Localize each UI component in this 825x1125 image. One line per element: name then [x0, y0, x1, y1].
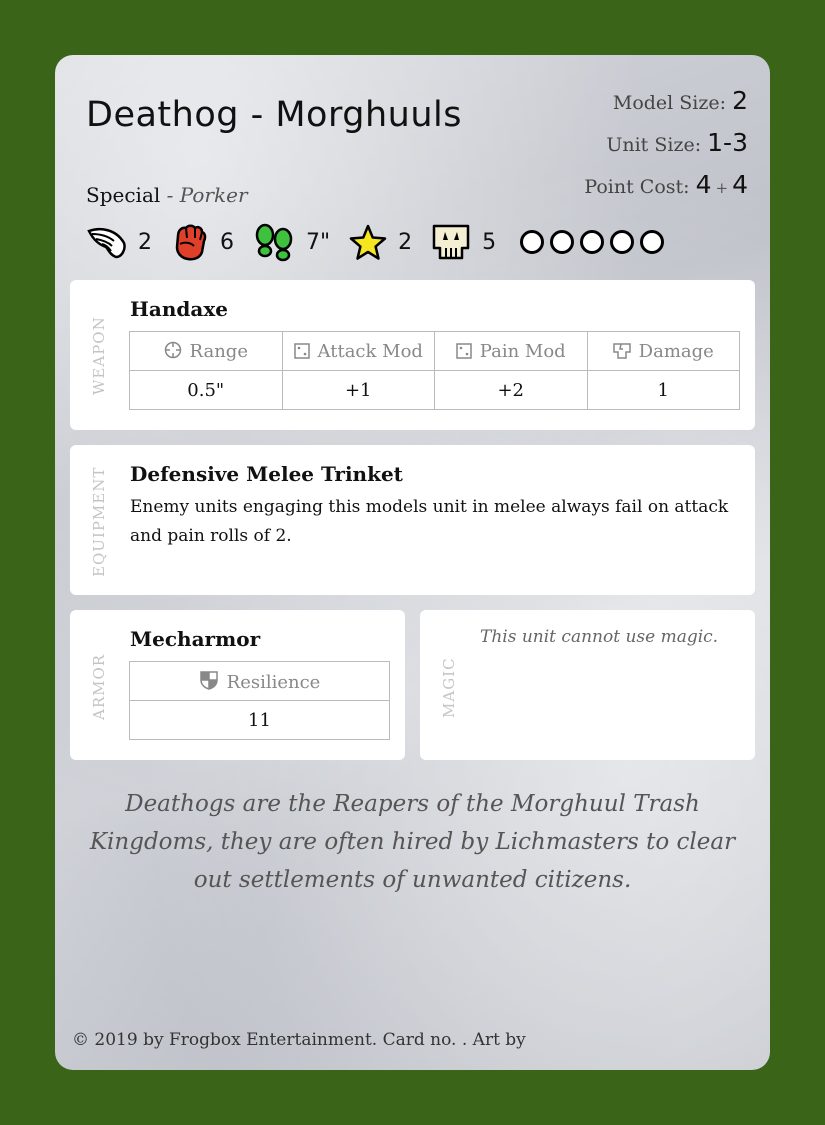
weapon-stats-values: 0.5" +1 +2 1 [129, 370, 740, 410]
magic-note: This unit cannot use magic. [480, 627, 719, 647]
point-cost-base: 4 [695, 170, 712, 199]
equipment-name: Defensive Melee Trinket [130, 462, 403, 486]
model-size-value: 2 [732, 86, 748, 115]
skull-value: 5 [482, 229, 497, 255]
damage-value: 1 [586, 370, 740, 410]
broken-shield-icon [612, 342, 631, 359]
skull-stat: 5 [430, 222, 496, 262]
melee-value: 6 [220, 229, 234, 255]
special-line: Special - Porker [86, 183, 248, 207]
equipment-section-label: EQUIPMENT [90, 466, 108, 577]
equipment-description: Enemy units engaging this models unit in… [130, 497, 729, 546]
attack-mod-header: Attack Mod [281, 331, 435, 371]
weapon-stats-table: Range Attack Mod Pain Mod Damage 0.5" +1… [129, 331, 740, 410]
move-value: 7" [306, 229, 331, 255]
damage-header-label: Damage [638, 340, 714, 362]
pain-mod-header: Pain Mod [434, 331, 588, 371]
wound-circle[interactable] [580, 230, 605, 254]
resilience-header: Resilience [129, 661, 390, 701]
wound-tracker [520, 230, 670, 254]
move-stat: 7" [252, 222, 330, 262]
armor-panel: ARMOR Mecharmor Resilience 11 [70, 610, 405, 760]
star-value: 2 [398, 229, 413, 255]
armor-section-label: ARMOR [90, 653, 108, 720]
star-stat: 2 [348, 223, 412, 261]
size-cost-block: Model Size: 2 Unit Size: 1-3 Point Cost:… [584, 85, 748, 211]
speed-value: 2 [138, 229, 152, 255]
crosshair-icon [164, 341, 181, 358]
copyright-footer: © 2019 by Frogbox Entertainment. Card no… [72, 1030, 526, 1050]
skull-icon [432, 224, 470, 260]
attack-mod-value: +1 [281, 370, 435, 410]
point-cost-plus: + [715, 179, 729, 197]
damage-header: Damage [586, 331, 740, 371]
equipment-panel: EQUIPMENT Defensive Melee Trinket Enemy … [70, 445, 755, 595]
point-cost-label: Point Cost: [584, 176, 690, 198]
range-header: Range [129, 331, 283, 371]
fist-icon [175, 224, 207, 261]
armor-stats-values: 11 [129, 700, 390, 740]
unit-size-value: 1-3 [707, 128, 748, 157]
armor-stats-table: Resilience 11 [129, 661, 390, 740]
wound-circle[interactable] [640, 230, 665, 254]
model-size-label: Model Size: [612, 92, 727, 114]
point-cost: Point Cost: 4 +4 [584, 169, 748, 211]
special-subtype: - Porker [166, 183, 248, 207]
model-size: Model Size: 2 [584, 85, 748, 127]
pain-mod-value: +2 [434, 370, 588, 410]
wound-circle[interactable] [520, 230, 545, 254]
weapon-name: Handaxe [130, 297, 228, 321]
wing-icon [87, 227, 126, 259]
flavor-text: Deathogs are the Reapers of the Morghuul… [89, 791, 736, 893]
wound-circle[interactable] [610, 230, 635, 254]
card-title: Deathog - Morghuuls [86, 95, 462, 135]
stat-icon-row: 2 6 7" 2 5 [86, 221, 670, 263]
weapon-stats-header: Range Attack Mod Pain Mod Damage [129, 331, 740, 371]
wound-circle[interactable] [550, 230, 575, 254]
pain-mod-header-label: Pain Mod [479, 340, 566, 362]
range-header-label: Range [189, 340, 248, 362]
footprints-icon [255, 223, 293, 262]
magic-section-label: MAGIC [440, 657, 458, 718]
melee-stat: 6 [170, 222, 234, 262]
weapon-section-label: WEAPON [90, 316, 108, 395]
range-value: 0.5" [129, 370, 283, 410]
armor-stats-header: Resilience [129, 661, 390, 701]
special-label: Special [86, 183, 161, 207]
attack-mod-header-label: Attack Mod [317, 340, 423, 362]
shield-icon [199, 670, 218, 690]
star-icon [349, 224, 387, 260]
magic-panel: MAGIC This unit cannot use magic. [420, 610, 755, 760]
die-icon [456, 342, 472, 359]
speed-stat: 2 [86, 223, 152, 261]
die-icon [293, 342, 310, 359]
point-cost-extra: 4 [732, 170, 748, 199]
resilience-header-label: Resilience [226, 671, 321, 693]
unit-card: Deathog - Morghuuls Model Size: 2 Unit S… [55, 55, 770, 1070]
weapon-panel: WEAPON Handaxe Range Attack Mod Pain Mod… [70, 280, 755, 430]
resilience-value: 11 [129, 700, 390, 740]
unit-size: Unit Size: 1-3 [584, 127, 748, 169]
armor-name: Mecharmor [130, 627, 261, 651]
unit-size-label: Unit Size: [606, 134, 702, 156]
